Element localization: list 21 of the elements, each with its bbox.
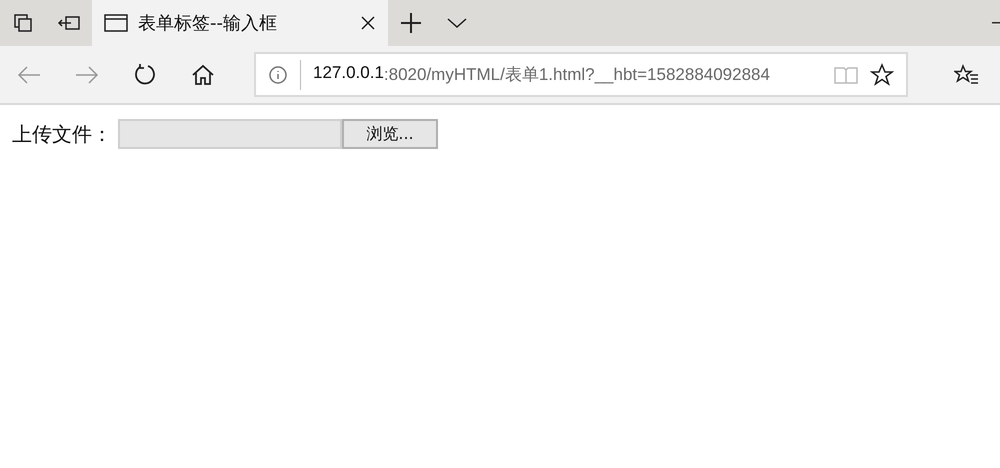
browser-tab[interactable]: 表单标签--输入框 xyxy=(92,0,388,46)
address-bar[interactable]: 127.0.0.1:8020/myHTML/表单1.html?__hbt=1582884092884 xyxy=(254,52,908,97)
page-icon xyxy=(104,13,128,33)
tab-title: 表单标签--输入框 xyxy=(138,12,278,35)
close-icon[interactable] xyxy=(360,15,376,31)
file-input-field[interactable] xyxy=(118,119,342,149)
refresh-icon[interactable] xyxy=(133,62,157,86)
star-icon[interactable] xyxy=(870,62,894,86)
upload-label: 上传文件： xyxy=(12,120,112,148)
browse-button[interactable]: 浏览... xyxy=(342,119,438,149)
favorites-icon[interactable] xyxy=(954,62,980,86)
plus-icon[interactable] xyxy=(400,12,422,34)
url-text: 127.0.0.1:8020/myHTML/表单1.html?__hbt=1582884092884 xyxy=(313,63,771,86)
info-icon[interactable] xyxy=(268,64,288,84)
chevron-down-icon[interactable] xyxy=(447,17,467,29)
minimize-icon[interactable] xyxy=(992,22,1000,24)
tabs-preview-icon[interactable] xyxy=(13,13,33,33)
forward-icon[interactable] xyxy=(75,64,99,84)
back-icon[interactable] xyxy=(17,64,41,84)
set-aside-tabs-icon[interactable] xyxy=(57,15,81,31)
home-icon[interactable] xyxy=(191,64,215,86)
